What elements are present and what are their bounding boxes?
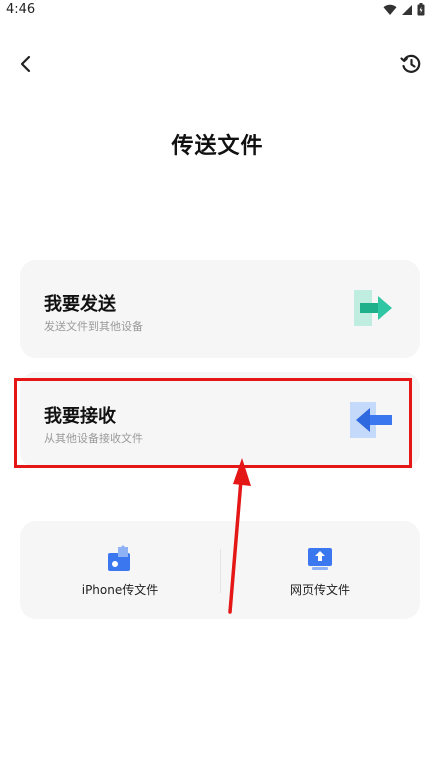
status-time: 4:46 (6, 2, 36, 17)
file-transfer-screen: 4:46 传送文件 我要发送 发送文件到其他设备 我要接收 从其他设备接收文件 … (0, 0, 435, 781)
iphone-transfer-label: iPhone传文件 (81, 583, 159, 597)
send-arrow-icon (354, 290, 392, 326)
page-title: 传送文件 (171, 134, 264, 159)
transfer-tools: iPhone传文件 网页传文件 (20, 521, 420, 619)
wifi-icon (383, 4, 397, 15)
receive-arrow-icon (350, 402, 392, 438)
receive-card-title: 我要接收 (44, 406, 116, 427)
web-transfer-icon (308, 548, 332, 570)
web-transfer-button[interactable]: 网页传文件 (220, 521, 420, 619)
send-card-title: 我要发送 (44, 294, 116, 315)
receive-card-subtitle: 从其他设备接收文件 (44, 432, 143, 445)
back-button[interactable] (12, 50, 40, 78)
send-card[interactable]: 我要发送 发送文件到其他设备 (20, 260, 420, 358)
history-button[interactable] (397, 50, 425, 78)
history-icon (400, 54, 421, 73)
web-transfer-label: 网页传文件 (289, 583, 350, 597)
battery-icon (417, 3, 425, 16)
send-card-subtitle: 发送文件到其他设备 (44, 320, 143, 333)
receive-card[interactable]: 我要接收 从其他设备接收文件 (20, 372, 420, 468)
status-icons (383, 3, 425, 16)
status-bar: 4:46 (0, 0, 435, 22)
iphone-transfer-icon (108, 545, 130, 571)
signal-icon (402, 4, 412, 15)
chevron-left-icon (20, 55, 31, 73)
iphone-transfer-button[interactable]: iPhone传文件 (20, 521, 220, 619)
